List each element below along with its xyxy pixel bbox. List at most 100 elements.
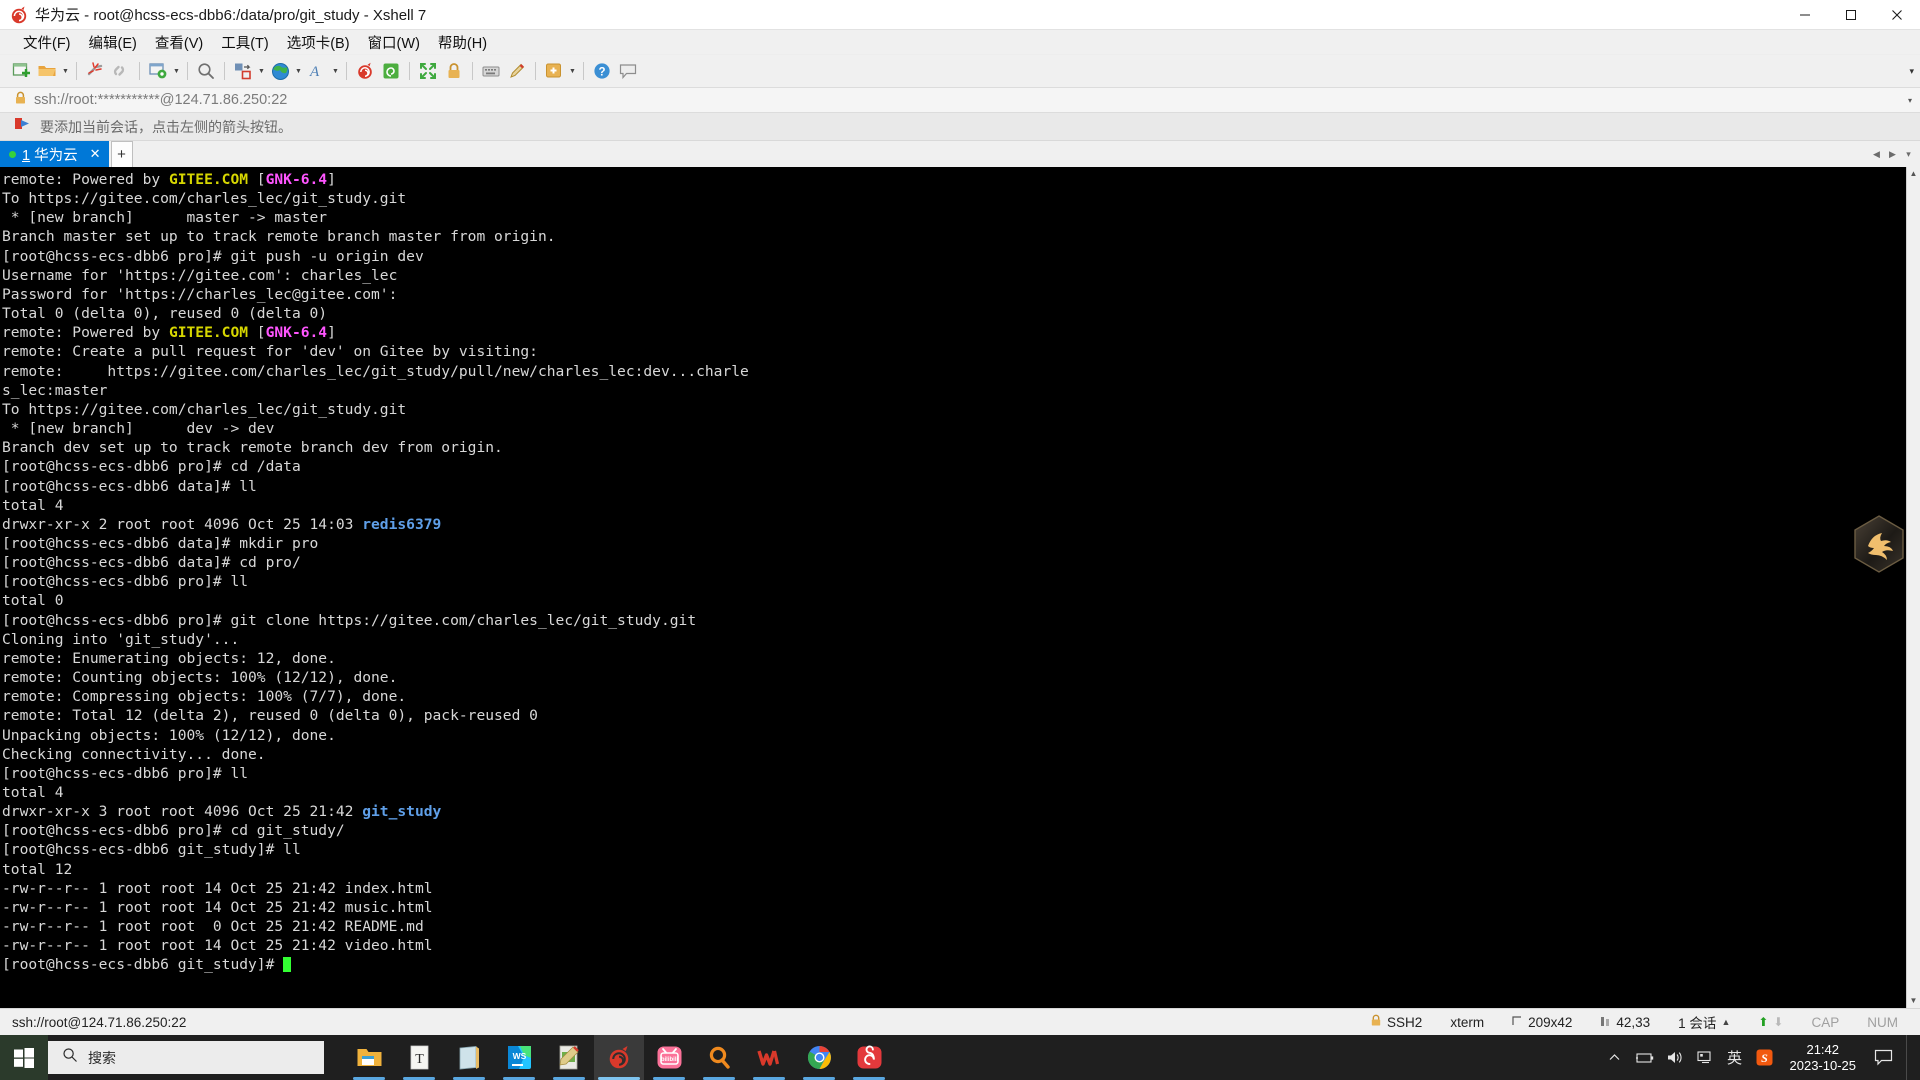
menu-view[interactable]: 查看(V) (146, 29, 212, 56)
terminal-text: [root@hcss-ecs-dbb6 pro]# cd /data (2, 458, 301, 476)
sessions-caret-icon[interactable]: ▲ (1721, 1017, 1730, 1027)
menu-help[interactable]: 帮助(H) (429, 29, 496, 56)
new-session-icon[interactable] (8, 58, 34, 84)
volume-icon[interactable] (1660, 1035, 1690, 1080)
windows-start-icon[interactable] (0, 1035, 48, 1080)
terminal-text: ] (327, 171, 336, 188)
menu-file[interactable]: 文件(F) (14, 29, 80, 56)
maximize-button[interactable] (1828, 0, 1874, 30)
cursor-pos-icon (1600, 1015, 1611, 1030)
tray-chevron-up-icon[interactable] (1600, 1035, 1630, 1080)
add-bookmark-icon[interactable] (541, 58, 567, 84)
show-desktop-button[interactable] (1906, 1035, 1916, 1080)
terminal-line: Unpacking objects: 100% (12/12), done. (2, 726, 1906, 745)
status-cursor-cell: 42,33 (1586, 1015, 1664, 1030)
terminal-highlight-blue: redis6379 (362, 515, 442, 533)
network-icon[interactable] (1690, 1035, 1720, 1080)
sogou-input-icon[interactable]: S (1750, 1035, 1780, 1080)
terminal-line: [root@hcss-ecs-dbb6 data]# ll (2, 477, 1906, 496)
taskbar-file-explorer[interactable] (344, 1035, 394, 1080)
terminal-line: drwxr-xr-x 3 root root 4096 Oct 25 21:42… (2, 802, 1906, 821)
terminal-output[interactable]: remote: Powered by GITEE.COM [GNK-6.4] To… (0, 167, 1906, 1008)
scroll-up-icon[interactable]: ▲ (1910, 167, 1918, 181)
taskbar-editor[interactable] (544, 1035, 594, 1080)
terminal-line: Total 0 (delta 0), reused 0 (delta 0) (2, 304, 1906, 323)
keyboard-icon[interactable] (478, 58, 504, 84)
terminal-text: remote: Powered by (2, 171, 169, 188)
disconnect-icon[interactable] (82, 58, 108, 84)
menu-tools[interactable]: 工具(T) (212, 29, 278, 56)
taskbar-chrome[interactable] (794, 1035, 844, 1080)
taskbar-wps[interactable] (744, 1035, 794, 1080)
folder-dropdown-caret[interactable]: ▼ (60, 59, 71, 83)
minimize-button[interactable] (1782, 0, 1828, 30)
status-sessions-cell[interactable]: 1 会话 ▲ (1664, 1012, 1744, 1032)
bookmark-dropdown-caret[interactable]: ▼ (567, 59, 578, 83)
toolbar-overflow-caret[interactable]: ▾ (1909, 66, 1914, 77)
tab-scroll-left-icon[interactable]: ◀ (1870, 149, 1883, 160)
tab-list-caret-icon[interactable]: ▾ (1902, 149, 1915, 160)
terminal-cursor (283, 957, 292, 973)
taskbar-xshell[interactable] (594, 1035, 644, 1080)
windows-taskbar: 搜索 T WS bilibili 英 S 21:42 2023-10-25 (0, 1035, 1920, 1080)
terminal-line: Cloning into 'git_study'... (2, 630, 1906, 649)
menu-window[interactable]: 窗口(W) (359, 29, 429, 56)
new-tab-button[interactable]: + (110, 141, 133, 167)
reconnect-icon[interactable] (108, 58, 134, 84)
find-icon[interactable] (193, 58, 219, 84)
tab-strip: 1 华为云 ✕ + ◀ ▶ ▾ (0, 141, 1920, 167)
scrollbar-track[interactable] (1907, 181, 1920, 994)
compose-pane-icon[interactable] (504, 58, 530, 84)
feedback-icon[interactable] (615, 58, 641, 84)
font-icon[interactable]: A (304, 58, 330, 84)
fullscreen-icon[interactable] (415, 58, 441, 84)
address-bar[interactable]: ssh://root:***********@124.71.86.250:22 … (0, 87, 1920, 113)
xftp-icon[interactable] (378, 58, 404, 84)
open-folder-icon[interactable] (34, 58, 60, 84)
xshell-icon[interactable] (352, 58, 378, 84)
globe-dropdown-caret[interactable]: ▼ (293, 59, 304, 83)
tab-scroll-right-icon[interactable]: ▶ (1886, 149, 1899, 160)
ime-language-icon[interactable]: 英 (1720, 1035, 1750, 1080)
menu-bar: 文件(F) 编辑(E) 查看(V) 工具(T) 选项卡(B) 窗口(W) 帮助(… (0, 30, 1920, 55)
terminal-scrollbar[interactable]: ▲ ▼ (1906, 167, 1920, 1008)
terminal-text: remote: Create a pull request for 'dev' … (2, 343, 538, 361)
session-properties-icon[interactable] (145, 58, 171, 84)
address-value[interactable]: ssh://root:***********@124.71.86.250:22 (34, 92, 287, 108)
notification-icon[interactable] (1866, 1035, 1900, 1080)
taskbar-clock[interactable]: 21:42 2023-10-25 (1780, 1042, 1867, 1074)
toolbar-separator (76, 62, 77, 80)
properties-dropdown-caret[interactable]: ▼ (171, 59, 182, 83)
scroll-down-icon[interactable]: ▼ (1910, 994, 1918, 1008)
battery-icon[interactable] (1630, 1035, 1660, 1080)
taskbar-netease-music[interactable] (844, 1035, 894, 1080)
terminal-line: total 12 (2, 860, 1906, 879)
taskbar-bilibili[interactable]: bilibili (644, 1035, 694, 1080)
terminal-text: drwxr-xr-x 2 root root 4096 Oct 25 14:03 (2, 515, 363, 533)
taskbar-notepad[interactable] (444, 1035, 494, 1080)
address-dropdown-caret[interactable]: ▾ (1908, 96, 1912, 105)
status-size: 209x42 (1528, 1014, 1573, 1030)
terminal-line: remote: Total 12 (delta 2), reused 0 (de… (2, 706, 1906, 725)
taskbar-typora[interactable]: T (394, 1035, 444, 1080)
tab-huaweicloud[interactable]: 1 华为云 ✕ (0, 141, 109, 167)
lock-icon[interactable] (441, 58, 467, 84)
help-icon[interactable]: ? (589, 58, 615, 84)
taskbar-webstorm[interactable]: WS (494, 1035, 544, 1080)
tab-close-icon[interactable]: ✕ (90, 146, 101, 162)
status-terminal-type: xterm (1450, 1014, 1485, 1030)
taskbar-search-box[interactable]: 搜索 (48, 1041, 324, 1074)
taskbar-everything[interactable] (694, 1035, 744, 1080)
arrow-flag-icon (14, 117, 31, 137)
upload-arrow-icon: ⬆ (1758, 1015, 1769, 1029)
menu-edit[interactable]: 编辑(E) (80, 29, 146, 56)
transfer-dropdown-caret[interactable]: ▼ (256, 59, 267, 83)
close-button[interactable] (1874, 0, 1920, 30)
transfer-file-icon[interactable] (230, 58, 256, 84)
terminal-text: remote: Compressing objects: 100% (7/7),… (2, 688, 407, 706)
menu-tabs[interactable]: 选项卡(B) (278, 29, 359, 56)
font-dropdown-caret[interactable]: ▼ (330, 59, 341, 83)
globe-icon[interactable] (267, 58, 293, 84)
status-bar: ssh://root@124.71.86.250:22 SSH2 xterm 2… (0, 1008, 1920, 1035)
terminal-line: [root@hcss-ecs-dbb6 git_study]# (2, 955, 1906, 974)
